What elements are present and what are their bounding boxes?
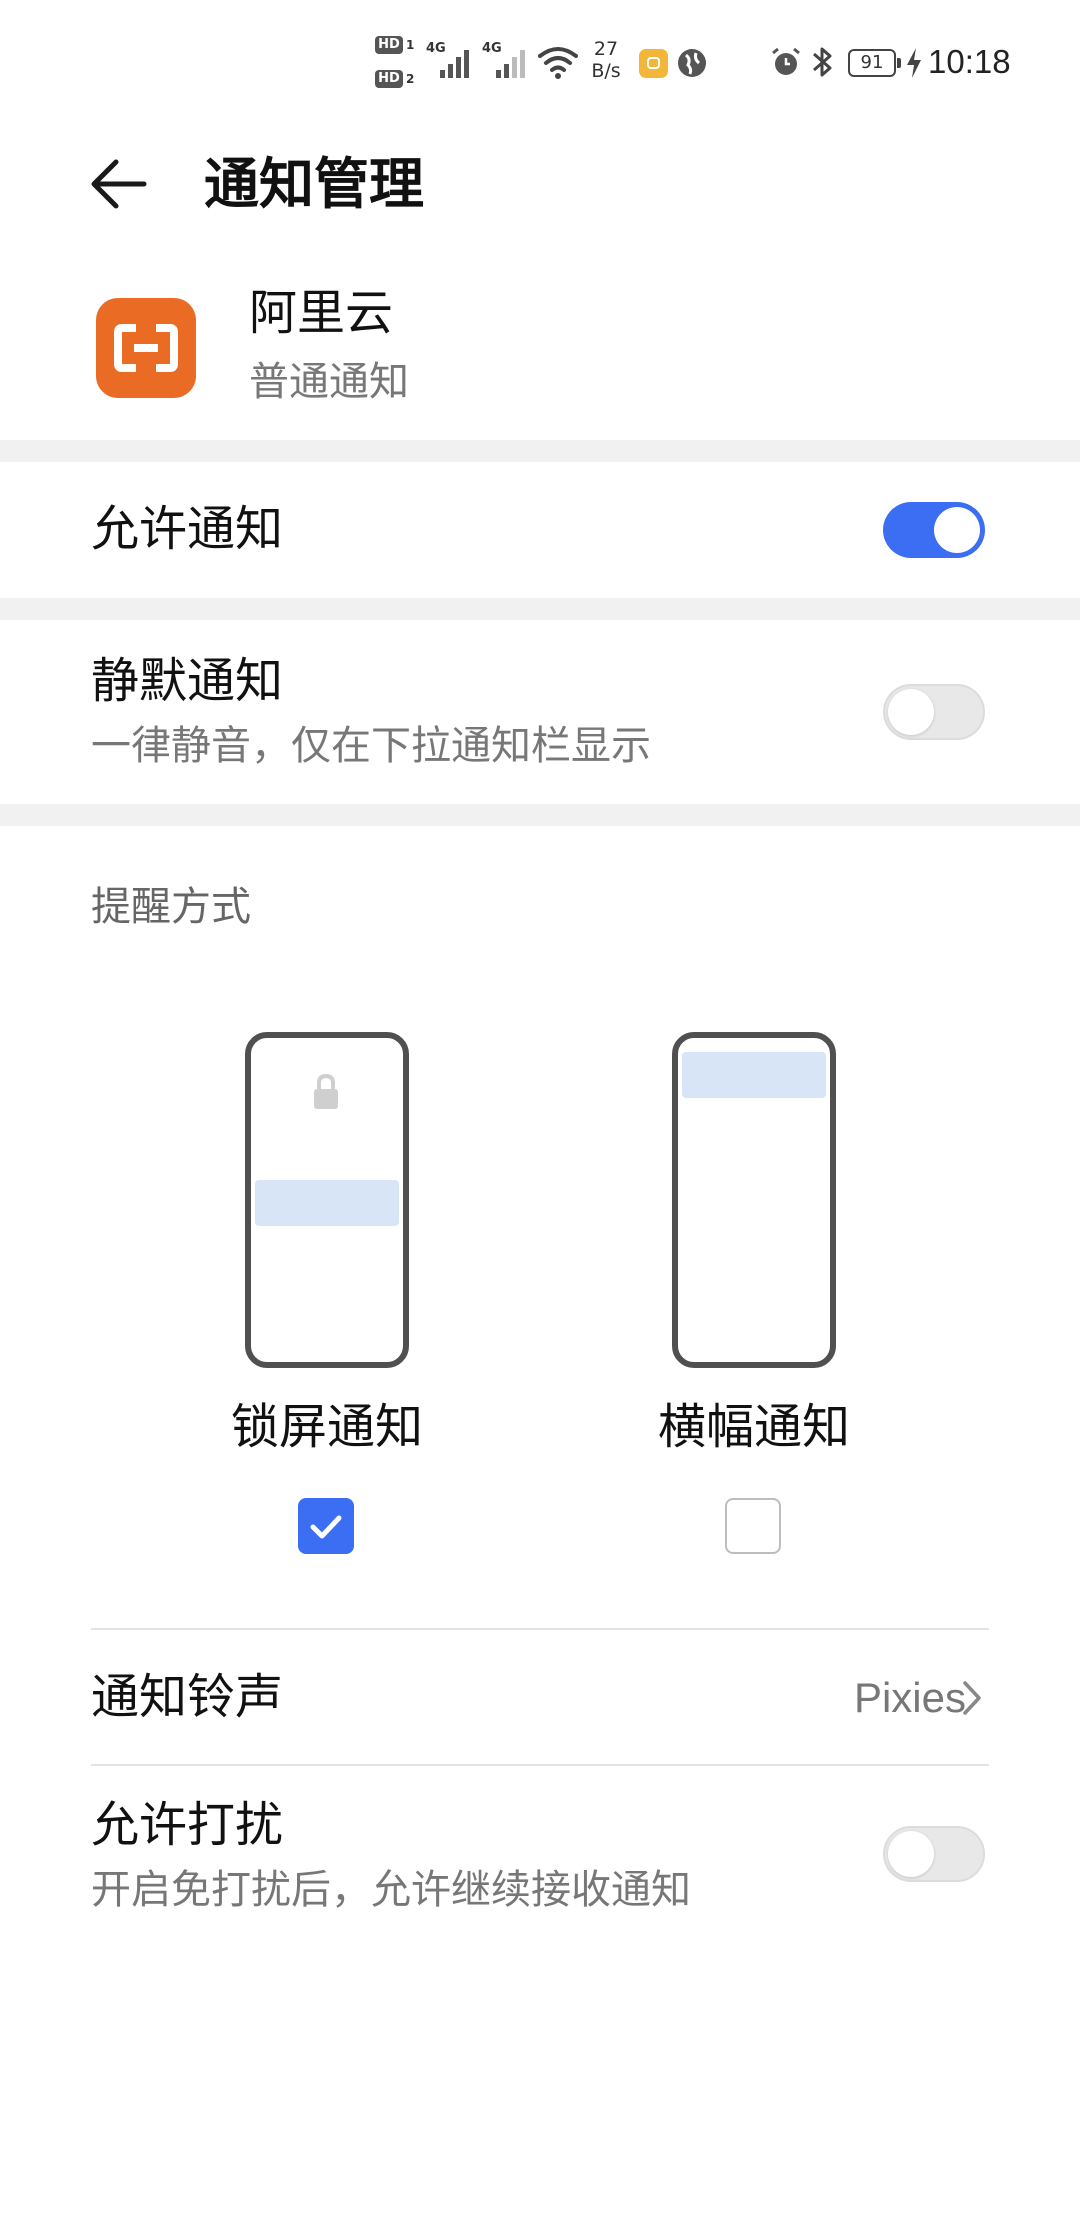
checkmark-icon <box>310 1515 342 1539</box>
back-button[interactable] <box>84 146 160 222</box>
silent-notifications-description: 一律静音，仅在下拉通知栏显示 <box>91 723 651 769</box>
bluetooth-icon <box>810 44 836 80</box>
hd-badge-1: HD <box>375 36 403 54</box>
ringtone-label: 通知铃声 <box>91 1669 284 1725</box>
allow-disturb-toggle[interactable] <box>883 1826 985 1882</box>
section-divider <box>0 804 1080 826</box>
charging-icon <box>904 46 924 80</box>
status-bar: HD 1 HD 2 4G 4G 27 B/s 91 10:18 <box>0 0 1080 120</box>
network-speed: 27 B/s <box>586 38 626 82</box>
silent-notifications-label: 静默通知 <box>91 653 284 709</box>
lock-icon <box>314 1073 338 1109</box>
hd-sim-1: 1 <box>406 38 415 52</box>
hd-badge-2: HD <box>375 70 403 88</box>
chevron-right-icon <box>963 1681 981 1715</box>
allow-disturb-row[interactable]: 允许打扰 开启免打扰后，允许继续接收通知 <box>0 1766 1080 1946</box>
notification-globe-icon <box>678 49 706 77</box>
app-info: 阿里云 普通通知 <box>0 272 1080 438</box>
allow-notifications-row[interactable]: 允许通知 <box>0 462 1080 598</box>
silent-notifications-row[interactable]: 静默通知 一律静音，仅在下拉通知栏显示 <box>0 620 1080 804</box>
reminder-section-label: 提醒方式 <box>91 884 251 930</box>
page-title: 通知管理 <box>204 152 425 216</box>
banner-notification-checkbox[interactable] <box>725 1498 781 1554</box>
network-speed-unit: B/s <box>591 60 621 82</box>
app-category: 普通通知 <box>249 359 409 405</box>
aliyun-app-icon <box>96 298 196 398</box>
app-name: 阿里云 <box>249 285 394 341</box>
toggle-knob <box>888 689 934 735</box>
section-divider <box>0 440 1080 462</box>
allow-notifications-toggle[interactable] <box>883 502 985 558</box>
clock-time: 10:18 <box>928 43 1011 80</box>
notification-app-icon <box>639 49 668 78</box>
ringtone-row[interactable]: 通知铃声 Pixies <box>0 1630 1080 1764</box>
ringtone-value: Pixies <box>853 1674 966 1721</box>
hd-voice-indicator: HD 1 HD 2 <box>375 36 419 90</box>
arrow-left-icon <box>91 159 147 209</box>
banner-notification-label: 横幅通知 <box>657 1399 850 1455</box>
network-speed-value: 27 <box>593 38 619 60</box>
allow-notifications-label: 允许通知 <box>91 501 284 557</box>
signal-icon-2: 4G <box>482 42 540 80</box>
toggle-knob <box>888 1831 934 1877</box>
alarm-icon <box>770 46 802 78</box>
battery-icon: 91 <box>848 49 901 77</box>
allow-disturb-label: 允许打扰 <box>91 1797 284 1853</box>
hd-sim-2: 2 <box>406 72 415 86</box>
wifi-icon <box>538 44 578 80</box>
banner-phone-illustration <box>672 1032 836 1368</box>
allow-disturb-description: 开启免打扰后，允许继续接收通知 <box>91 1867 691 1913</box>
signal-icon: 4G <box>426 42 484 80</box>
banner-notification-option[interactable]: 横幅通知 <box>576 1024 932 1564</box>
page-header: 通知管理 <box>0 132 1080 236</box>
notification-bar-illustration <box>255 1180 399 1226</box>
lockscreen-notification-option[interactable]: 锁屏通知 <box>149 1024 505 1564</box>
lockscreen-notification-checkbox[interactable] <box>298 1498 354 1554</box>
lockscreen-notification-label: 锁屏通知 <box>230 1399 423 1455</box>
toggle-knob <box>934 507 980 553</box>
section-divider <box>0 598 1080 620</box>
silent-notifications-toggle[interactable] <box>883 684 985 740</box>
lockscreen-phone-illustration <box>245 1032 409 1368</box>
banner-bar-illustration <box>682 1052 826 1098</box>
